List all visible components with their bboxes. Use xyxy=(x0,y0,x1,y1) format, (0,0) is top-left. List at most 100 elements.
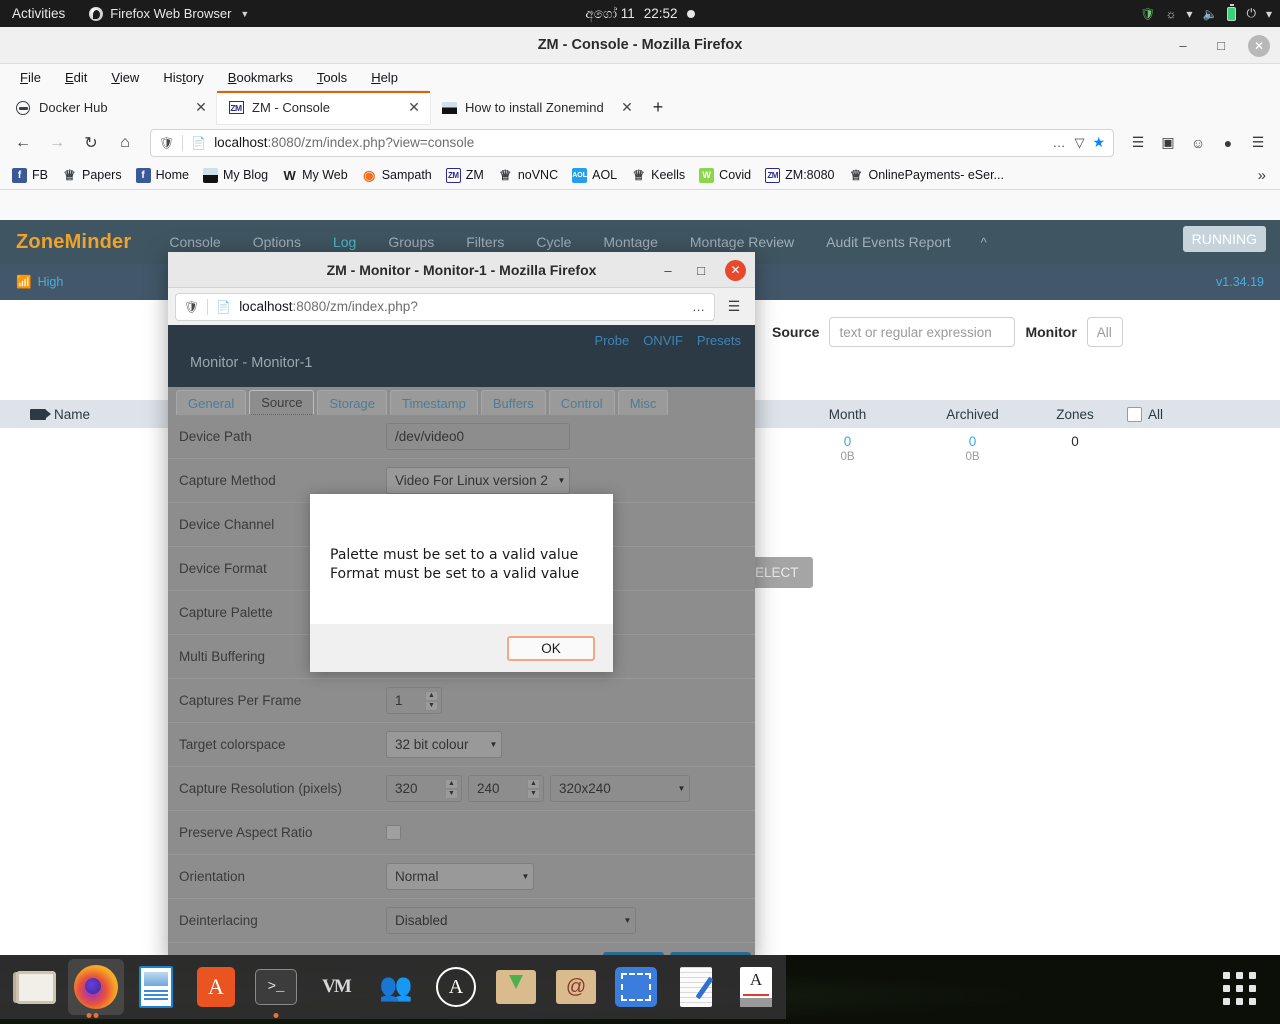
popup-maximize-button[interactable]: □ xyxy=(692,263,710,278)
bookmark-keells[interactable]: ♕ Keells xyxy=(625,165,691,186)
status-badge[interactable]: RUNNING xyxy=(1182,226,1266,252)
home-button[interactable]: ⌂ xyxy=(110,128,140,158)
dock-item-help[interactable]: A xyxy=(428,959,484,1015)
dock-item-screenshot[interactable] xyxy=(608,959,664,1015)
menu-history[interactable]: History xyxy=(153,67,213,88)
tab-docker-hub[interactable]: Docker Hub ✕ xyxy=(4,91,217,124)
device-path-input[interactable]: /dev/video0 xyxy=(386,423,570,450)
nav-montage-review[interactable]: Montage Review xyxy=(674,234,810,250)
stepper-arrows[interactable]: ▲ ▼ xyxy=(527,778,540,799)
popup-minimize-button[interactable]: – xyxy=(659,263,677,278)
page-actions-icon[interactable]: … xyxy=(692,299,706,314)
tab-control[interactable]: Control xyxy=(548,390,615,415)
bookmark-zm-8080[interactable]: ZM ZM:8080 xyxy=(759,165,840,186)
tab-close-icon[interactable]: ✕ xyxy=(619,99,635,116)
stepper-arrows[interactable]: ▲ ▼ xyxy=(425,690,438,711)
nav-montage[interactable]: Montage xyxy=(587,234,673,250)
tab-buffers[interactable]: Buffers xyxy=(480,390,546,415)
tab-storage[interactable]: Storage xyxy=(317,390,387,415)
sidebar-icon[interactable]: ▣ xyxy=(1154,129,1182,157)
bookmark-my-blog[interactable]: My Blog xyxy=(197,165,274,186)
cell-archived-value[interactable]: 0 xyxy=(905,434,1040,449)
stepper-arrows[interactable]: ▲ ▼ xyxy=(445,778,458,799)
dock-item-archive-manager[interactable] xyxy=(488,959,544,1015)
minimize-button[interactable]: – xyxy=(1172,35,1194,57)
capture-preset-select[interactable]: 320x240 ▼ xyxy=(550,775,690,802)
extension-icon[interactable]: ● xyxy=(1214,129,1242,157)
preserve-aspect-ratio-checkbox[interactable] xyxy=(386,825,401,840)
shield-icon[interactable]: 🛡 xyxy=(184,300,199,314)
capture-height-stepper[interactable]: 240 ▲ ▼ xyxy=(468,775,544,802)
tab-zm-console[interactable]: ZM ZM - Console ✕ xyxy=(217,91,430,124)
forward-button[interactable]: → xyxy=(42,128,72,158)
capture-method-select[interactable]: Video For Linux version 2 ▼ xyxy=(386,467,570,494)
bookmark-aol[interactable]: AOL AOL xyxy=(566,165,623,186)
bookmark-covid[interactable]: W Covid xyxy=(693,165,757,186)
column-archived[interactable]: Archived xyxy=(905,407,1040,422)
menu-edit[interactable]: Edit xyxy=(55,67,97,88)
tab-timestamp[interactable]: Timestamp xyxy=(390,390,478,415)
account-icon[interactable]: ☺ xyxy=(1184,129,1212,157)
capture-width-stepper[interactable]: 320 ▲ ▼ xyxy=(386,775,462,802)
close-button[interactable]: ✕ xyxy=(1248,34,1270,57)
maximize-button[interactable]: □ xyxy=(1210,35,1232,57)
library-icon[interactable]: ☰ xyxy=(1124,129,1152,157)
cell-month-value[interactable]: 0 xyxy=(790,434,905,449)
menu-help[interactable]: Help xyxy=(361,67,408,88)
chevron-up-icon[interactable]: ^ xyxy=(967,235,1001,250)
popup-url-bar[interactable]: 🛡 📄 localhost:8080/zm/index.php? … xyxy=(175,292,715,321)
bookmark-home[interactable]: f Home xyxy=(130,165,195,186)
column-month[interactable]: Month xyxy=(790,407,905,422)
deinterlacing-select[interactable]: Disabled ▼ xyxy=(386,907,636,934)
dock-item-debian-package[interactable]: @ xyxy=(548,959,604,1015)
reload-button[interactable]: ↻ xyxy=(76,128,106,158)
nav-console[interactable]: Console xyxy=(153,234,236,250)
select-all-checkbox[interactable] xyxy=(1126,406,1142,422)
cell-zones-value[interactable]: 0 xyxy=(1040,434,1110,449)
bookmark-novnc[interactable]: ♕ noVNC xyxy=(492,165,564,186)
orientation-select[interactable]: Normal ▼ xyxy=(386,863,534,890)
captures-per-frame-stepper[interactable]: 1 ▲ ▼ xyxy=(386,687,442,714)
popup-close-button[interactable]: ✕ xyxy=(725,259,746,281)
dock-item-libreoffice-writer[interactable] xyxy=(128,959,184,1015)
monitor-select[interactable]: All xyxy=(1086,317,1123,347)
zm-brand-logo[interactable]: ZoneMinder xyxy=(16,231,131,254)
dock-item-software-center[interactable]: A xyxy=(188,959,244,1015)
tab-close-icon[interactable]: ✕ xyxy=(406,99,422,116)
new-tab-button[interactable]: + xyxy=(643,91,673,124)
nav-groups[interactable]: Groups xyxy=(372,234,450,250)
nav-options[interactable]: Options xyxy=(237,234,317,250)
back-button[interactable]: ← xyxy=(8,128,38,158)
column-zones[interactable]: Zones xyxy=(1040,407,1110,422)
alert-ok-button[interactable]: OK xyxy=(507,635,595,661)
nav-audit-events-report[interactable]: Audit Events Report xyxy=(810,234,967,250)
bookmark-papers[interactable]: ♕ Papers xyxy=(56,165,128,186)
onvif-link[interactable]: ONVIF xyxy=(643,333,683,348)
app-menu-firefox[interactable]: Firefox Web Browser ▼ xyxy=(79,6,259,21)
dock-item-files[interactable] xyxy=(8,959,64,1015)
target-colorspace-select[interactable]: 32 bit colour ▼ xyxy=(386,731,502,758)
pocket-icon[interactable]: ▽ xyxy=(1074,135,1084,151)
show-applications-button[interactable] xyxy=(1223,972,1256,1005)
dock-item-fonts[interactable]: A xyxy=(728,959,784,1015)
menu-view[interactable]: View xyxy=(101,67,149,88)
tab-how-to-install[interactable]: How to install Zonemind ✕ xyxy=(430,91,643,124)
tab-misc[interactable]: Misc xyxy=(617,390,669,415)
nav-log[interactable]: Log xyxy=(317,234,372,250)
menu-tools[interactable]: Tools xyxy=(307,67,357,88)
bookmarks-overflow-icon[interactable]: » xyxy=(1258,167,1274,184)
bookmark-star-icon[interactable]: ★ xyxy=(1092,134,1105,151)
page-actions-icon[interactable]: … xyxy=(1052,135,1066,150)
source-input[interactable]: text or regular expression xyxy=(829,317,1016,347)
url-bar[interactable]: 🛡 📄 localhost:8080/zm/index.php?view=con… xyxy=(150,128,1114,157)
popup-hamburger-menu-icon[interactable]: ☰ xyxy=(720,293,748,321)
nav-cycle[interactable]: Cycle xyxy=(520,234,587,250)
system-status-area[interactable]: 🛡 ☼ ▾ 🔈 ⏻ ▾ xyxy=(1140,0,1272,27)
menu-file[interactable]: FFileile xyxy=(10,67,51,88)
dock-item-text-editor[interactable] xyxy=(668,959,724,1015)
presets-link[interactable]: Presets xyxy=(697,333,741,348)
bookmark-onlinepayments[interactable]: ♕ OnlinePayments- eSer... xyxy=(842,165,1009,186)
shield-icon[interactable]: 🛡 xyxy=(159,136,174,150)
hamburger-menu-icon[interactable]: ☰ xyxy=(1244,129,1272,157)
bookmark-fb[interactable]: f FB xyxy=(6,165,54,186)
